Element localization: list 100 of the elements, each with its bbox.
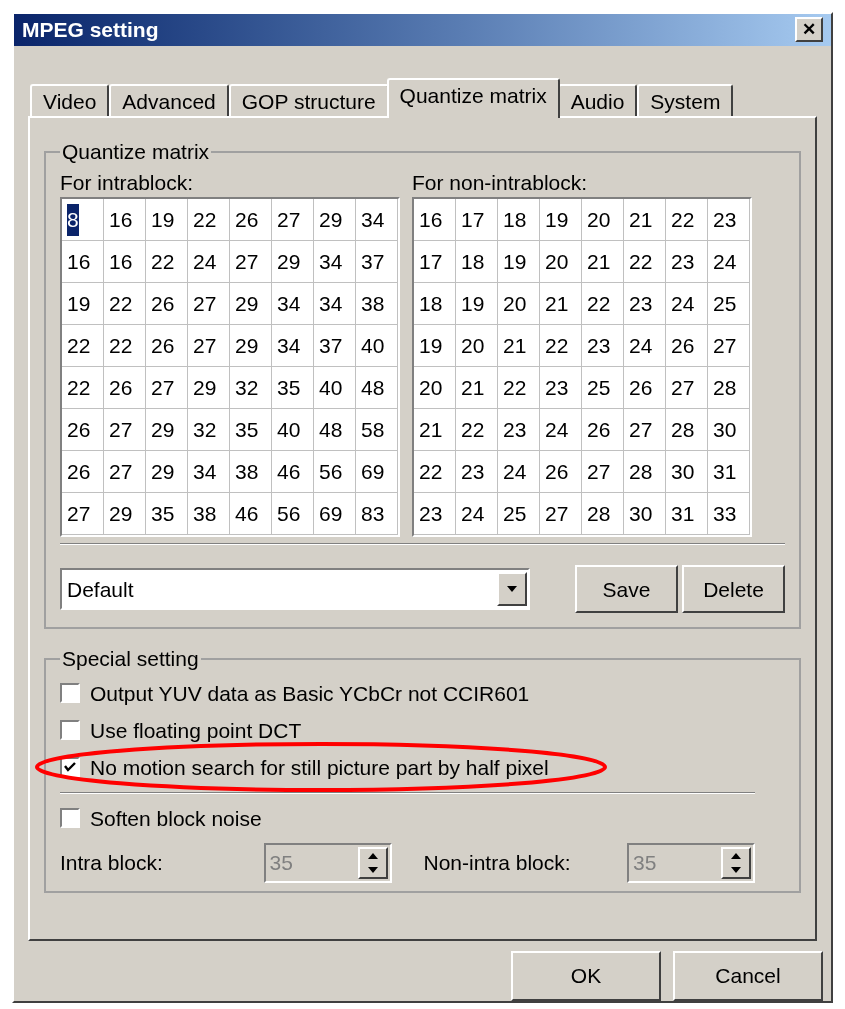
matrix-cell[interactable]: 28 <box>582 493 624 536</box>
dialog-button[interactable]: Save <box>575 565 678 614</box>
matrix-cell[interactable]: 25 <box>708 283 750 326</box>
matrix-cell[interactable]: 27 <box>708 325 750 368</box>
matrix-cell[interactable]: 20 <box>582 199 624 242</box>
matrix-cell[interactable]: 29 <box>146 409 188 452</box>
tab[interactable]: GOP structure <box>228 83 389 118</box>
matrix-cell[interactable]: 26 <box>624 367 666 410</box>
matrix-cell[interactable]: 46 <box>272 451 314 494</box>
matrix-cell[interactable]: 56 <box>314 451 356 494</box>
matrix-cell[interactable]: 21 <box>498 325 540 368</box>
matrix-cell[interactable]: 24 <box>666 283 708 326</box>
matrix-cell[interactable]: 19 <box>414 325 456 368</box>
matrix-cell[interactable]: 22 <box>540 325 582 368</box>
close-button[interactable]: ✕ <box>795 17 823 43</box>
matrix-cell[interactable]: 27 <box>188 283 230 326</box>
matrix-cell[interactable]: 16 <box>62 241 104 284</box>
matrix-cell[interactable]: 21 <box>624 199 666 242</box>
matrix-cell[interactable]: 29 <box>104 493 146 536</box>
matrix-cell[interactable]: 19 <box>456 283 498 326</box>
matrix-cell[interactable]: 23 <box>582 325 624 368</box>
matrix-cell[interactable]: 22 <box>104 283 146 326</box>
matrix-cell[interactable]: 83 <box>356 493 398 536</box>
matrix-cell[interactable]: 25 <box>498 493 540 536</box>
tab[interactable]: Quantize matrix <box>386 77 560 118</box>
dialog-button[interactable]: OK <box>511 951 661 1001</box>
matrix-cell[interactable]: 21 <box>540 283 582 326</box>
matrix-cell[interactable]: 34 <box>314 283 356 326</box>
matrix-cell[interactable]: 22 <box>666 199 708 242</box>
matrix-cell[interactable]: 56 <box>272 493 314 536</box>
matrix-cell[interactable]: 35 <box>230 409 272 452</box>
matrix-cell[interactable]: 22 <box>104 325 146 368</box>
matrix-cell[interactable]: 33 <box>708 493 750 536</box>
matrix-cell[interactable]: 40 <box>314 367 356 410</box>
matrix-cell[interactable]: 38 <box>230 451 272 494</box>
matrix-cell[interactable]: 48 <box>356 367 398 410</box>
matrix-cell[interactable]: 23 <box>708 199 750 242</box>
matrix-cell[interactable]: 27 <box>104 409 146 452</box>
matrix-cell[interactable]: 18 <box>456 241 498 284</box>
matrix-cell[interactable]: 29 <box>314 199 356 242</box>
matrix-cell[interactable]: 19 <box>540 199 582 242</box>
matrix-cell[interactable]: 23 <box>624 283 666 326</box>
tab[interactable]: Audio <box>557 83 638 118</box>
matrix-cell[interactable]: 40 <box>356 325 398 368</box>
matrix-cell[interactable]: 48 <box>314 409 356 452</box>
matrix-cell[interactable]: 29 <box>230 283 272 326</box>
matrix-cell[interactable]: 21 <box>582 241 624 284</box>
matrix-cell[interactable]: 22 <box>414 451 456 494</box>
matrix-cell[interactable]: 27 <box>146 367 188 410</box>
matrix-cell[interactable]: 37 <box>314 325 356 368</box>
matrix-cell[interactable]: 27 <box>188 325 230 368</box>
matrix-cell[interactable]: 19 <box>498 241 540 284</box>
matrix-cell[interactable]: 22 <box>62 325 104 368</box>
matrix-cell[interactable]: 32 <box>230 367 272 410</box>
matrix-cell[interactable]: 32 <box>188 409 230 452</box>
matrix-cell[interactable]: 22 <box>498 367 540 410</box>
matrix-cell[interactable]: 24 <box>498 451 540 494</box>
matrix-cell[interactable]: 29 <box>146 451 188 494</box>
matrix-cell[interactable]: 46 <box>230 493 272 536</box>
matrix-cell[interactable]: 24 <box>188 241 230 284</box>
matrix-cell[interactable]: 22 <box>62 367 104 410</box>
matrix-cell[interactable]: 29 <box>188 367 230 410</box>
matrix-cell[interactable]: 17 <box>456 199 498 242</box>
matrix-cell[interactable]: 26 <box>230 199 272 242</box>
matrix-cell[interactable]: 25 <box>582 367 624 410</box>
matrix-cell[interactable]: 23 <box>540 367 582 410</box>
matrix-cell[interactable]: 19 <box>146 199 188 242</box>
tab[interactable]: Video <box>30 83 110 118</box>
matrix-cell[interactable]: 27 <box>62 493 104 536</box>
matrix-cell[interactable]: 16 <box>104 241 146 284</box>
matrix-cell[interactable]: 27 <box>624 409 666 452</box>
matrix-cell[interactable]: 35 <box>272 367 314 410</box>
matrix-cell[interactable]: 28 <box>624 451 666 494</box>
matrix-cell[interactable]: 34 <box>188 451 230 494</box>
matrix-cell[interactable]: 22 <box>456 409 498 452</box>
matrix-cell[interactable]: 30 <box>708 409 750 452</box>
matrix-cell[interactable]: 26 <box>540 451 582 494</box>
matrix-cell[interactable]: 24 <box>456 493 498 536</box>
matrix-cell[interactable]: 20 <box>456 325 498 368</box>
matrix-cell[interactable]: 27 <box>272 199 314 242</box>
matrix-cell[interactable]: 17 <box>414 241 456 284</box>
matrix-cell[interactable]: 28 <box>708 367 750 410</box>
matrix-cell[interactable]: 28 <box>666 409 708 452</box>
matrix-cell[interactable]: 34 <box>272 283 314 326</box>
matrix-cell[interactable]: 21 <box>456 367 498 410</box>
matrix-cell[interactable]: 22 <box>188 199 230 242</box>
matrix-cell[interactable]: 24 <box>708 241 750 284</box>
matrix-cell[interactable]: 35 <box>146 493 188 536</box>
matrix-cell[interactable]: 26 <box>146 283 188 326</box>
matrix-cell[interactable]: 23 <box>414 493 456 536</box>
matrix-cell[interactable]: 22 <box>146 241 188 284</box>
matrix-cell[interactable]: 30 <box>624 493 666 536</box>
matrix-cell[interactable]: 26 <box>582 409 624 452</box>
matrix-cell[interactable]: 34 <box>272 325 314 368</box>
matrix-cell[interactable]: 37 <box>356 241 398 284</box>
matrix-cell[interactable]: 31 <box>708 451 750 494</box>
matrix-cell[interactable]: 24 <box>624 325 666 368</box>
dropdown-button[interactable] <box>497 572 527 607</box>
matrix-cell[interactable]: 18 <box>498 199 540 242</box>
dialog-button[interactable]: Delete <box>682 565 785 614</box>
